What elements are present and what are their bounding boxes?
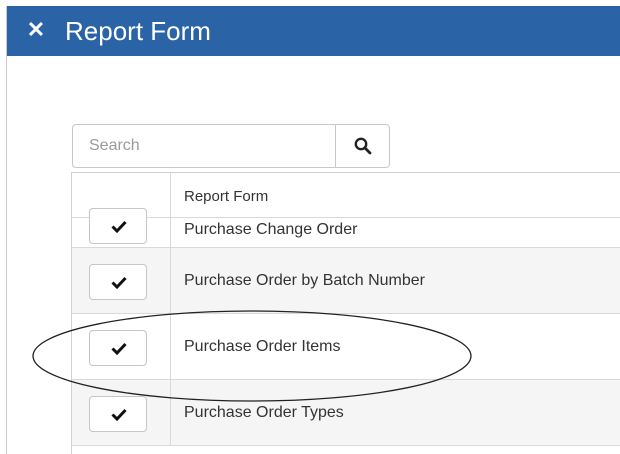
report-name: Purchase Change Order [184, 221, 358, 238]
select-cell [72, 314, 171, 379]
select-toggle-button[interactable] [89, 396, 147, 432]
table-row[interactable]: Purchase Change Order [72, 208, 620, 248]
checkmark-icon [111, 342, 127, 355]
checkmark-icon [111, 408, 127, 421]
select-cell [72, 208, 171, 247]
report-name: Purchase Order by Batch Number [184, 272, 425, 289]
report-form-window: ✕ Report Form Report Form Purchas [6, 6, 620, 454]
report-form-grid: Report Form Purchase Change Order Purcha… [71, 172, 620, 454]
checkmark-icon [111, 220, 127, 233]
select-cell [72, 248, 171, 313]
table-row[interactable]: Purchase Order by Batch Number [72, 248, 620, 314]
table-row[interactable]: Purchase Order Types [72, 380, 620, 446]
search-box [72, 124, 390, 168]
select-toggle-button[interactable] [89, 330, 147, 366]
title-bar: ✕ Report Form [7, 6, 620, 56]
report-name: Purchase Order Items [184, 338, 341, 355]
search-button[interactable] [335, 125, 391, 167]
column-header-report-form: Report Form [184, 188, 269, 205]
table-header-row: Report Form [72, 173, 620, 218]
search-input[interactable] [73, 125, 335, 167]
close-icon[interactable]: ✕ [25, 19, 47, 41]
report-name: Purchase Order Types [184, 404, 344, 421]
select-cell [72, 380, 171, 445]
select-toggle-button[interactable] [89, 208, 147, 244]
select-toggle-button[interactable] [89, 264, 147, 300]
window-title: Report Form [65, 16, 211, 46]
table-row[interactable]: Purchase Order Items [72, 314, 620, 380]
checkmark-icon [111, 276, 127, 289]
search-icon [354, 137, 372, 155]
